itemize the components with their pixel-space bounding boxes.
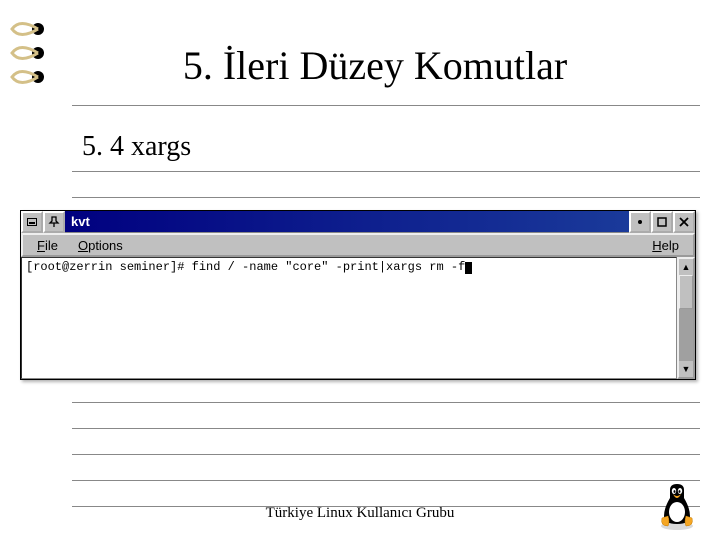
vertical-scrollbar[interactable]: ▲ ▼ bbox=[677, 257, 695, 379]
menu-help[interactable]: Help bbox=[642, 236, 689, 255]
scroll-track[interactable] bbox=[679, 275, 693, 361]
footer-text: Türkiye Linux Kullanıcı Grubu bbox=[0, 505, 720, 522]
titlebar: kvt bbox=[21, 211, 695, 233]
sticky-button[interactable] bbox=[43, 211, 65, 233]
section-subtitle: 5. 4 xargs bbox=[82, 131, 720, 163]
cursor-icon bbox=[465, 262, 472, 274]
page-title: 5. İleri Düzey Komutlar bbox=[0, 42, 720, 89]
terminal-window: kvt File Options Help [root@zerrin semin… bbox=[20, 210, 696, 380]
scroll-up-icon[interactable]: ▲ bbox=[679, 259, 693, 275]
menu-options[interactable]: Options bbox=[68, 236, 133, 255]
scroll-thumb[interactable] bbox=[679, 275, 693, 309]
close-button[interactable] bbox=[673, 211, 695, 233]
terminal-body: [root@zerrin seminer]# find / -name "cor… bbox=[21, 257, 695, 379]
terminal-output[interactable]: [root@zerrin seminer]# find / -name "cor… bbox=[21, 257, 677, 379]
minimize-button[interactable] bbox=[629, 211, 651, 233]
menu-file[interactable]: File bbox=[27, 236, 68, 255]
window-title: kvt bbox=[65, 211, 629, 232]
menubar: File Options Help bbox=[21, 233, 695, 257]
scroll-down-icon[interactable]: ▼ bbox=[679, 361, 693, 377]
maximize-button[interactable] bbox=[651, 211, 673, 233]
system-menu-button[interactable] bbox=[21, 211, 43, 233]
tux-logo-icon bbox=[656, 482, 698, 530]
